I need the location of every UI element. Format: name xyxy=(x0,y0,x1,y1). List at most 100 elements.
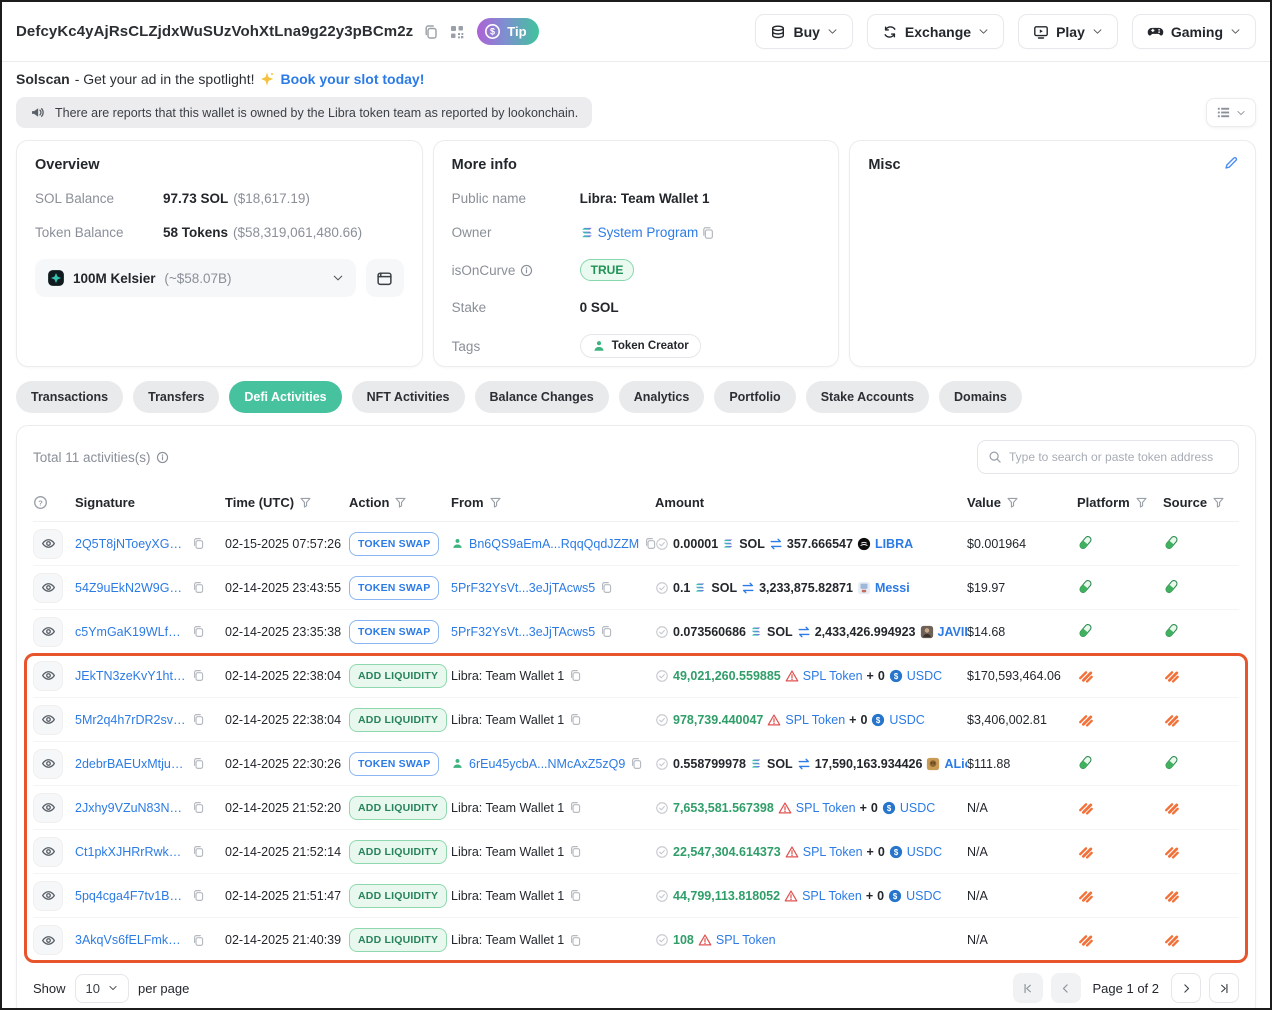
tab-stake-accounts[interactable]: Stake Accounts xyxy=(806,381,929,413)
search-input[interactable] xyxy=(1009,450,1228,464)
question-circle-icon[interactable]: ? xyxy=(33,495,48,510)
spl-token-link[interactable]: SPL Token xyxy=(796,801,856,815)
source-meteora-icon[interactable] xyxy=(1163,930,1180,950)
preview-button[interactable] xyxy=(33,837,63,867)
signature-link[interactable]: JEkTN3zeKvY1htpeS... xyxy=(75,669,187,683)
owner-link[interactable]: System Program xyxy=(598,225,699,240)
source-pump-icon[interactable] xyxy=(1163,622,1180,642)
source-meteora-icon[interactable] xyxy=(1163,842,1180,862)
signature-link[interactable]: 54Z9uEkN2W9GZC7... xyxy=(75,581,187,595)
token-holdings-dropdown[interactable]: 100M Kelsier (~$58.07B) xyxy=(35,259,356,297)
usdc-link[interactable]: USDC xyxy=(907,669,942,683)
source-meteora-icon[interactable] xyxy=(1163,710,1180,730)
usdc-link[interactable]: USDC xyxy=(907,845,942,859)
next-page-button[interactable] xyxy=(1171,973,1201,1003)
signature-link[interactable]: 5Mr2q4h7rDR2svCW... xyxy=(75,713,187,727)
platform-pump-icon[interactable] xyxy=(1077,534,1094,554)
spl-token-link[interactable]: SPL Token xyxy=(803,845,863,859)
tab-nft-activities[interactable]: NFT Activities xyxy=(352,381,465,413)
token-b-link[interactable]: ALion xyxy=(944,757,967,771)
signature-link[interactable]: 5pq4cga4F7tv1BU2z... xyxy=(75,889,187,903)
token-b-link[interactable]: LIBRA xyxy=(875,537,913,551)
platform-meteora-icon[interactable] xyxy=(1077,710,1094,730)
platform-pump-icon[interactable] xyxy=(1077,578,1094,598)
signature-link[interactable]: c5YmGaK19WLfTG1... xyxy=(75,625,187,639)
copy-icon[interactable] xyxy=(192,845,205,858)
filter-icon[interactable] xyxy=(1006,496,1019,509)
usdc-link[interactable]: USDC xyxy=(906,889,941,903)
gaming-button[interactable]: Gaming xyxy=(1132,14,1256,49)
buy-button[interactable]: Buy xyxy=(755,14,852,49)
copy-icon[interactable] xyxy=(600,625,613,638)
copy-icon[interactable] xyxy=(569,801,582,814)
spl-token-link[interactable]: SPL Token xyxy=(803,669,863,683)
tab-defi-activities[interactable]: Defi Activities xyxy=(229,381,341,413)
spl-token-link[interactable]: SPL Token xyxy=(716,933,776,947)
platform-pump-icon[interactable] xyxy=(1077,754,1094,774)
filter-icon[interactable] xyxy=(299,496,312,509)
platform-meteora-icon[interactable] xyxy=(1077,666,1094,686)
filter-icon[interactable] xyxy=(1135,496,1148,509)
last-page-button[interactable] xyxy=(1209,973,1239,1003)
spl-token-link[interactable]: SPL Token xyxy=(785,713,845,727)
preview-button[interactable] xyxy=(33,881,63,911)
preview-button[interactable] xyxy=(33,925,63,955)
source-pump-icon[interactable] xyxy=(1163,578,1180,598)
signature-link[interactable]: 2debrBAEUxMtjuEt5... xyxy=(75,757,187,771)
preview-button[interactable] xyxy=(33,573,63,603)
platform-meteora-icon[interactable] xyxy=(1077,930,1094,950)
copy-icon[interactable] xyxy=(192,757,205,770)
preview-button[interactable] xyxy=(33,705,63,735)
filter-icon[interactable] xyxy=(394,496,407,509)
from-link[interactable]: Bn6QS9aEmA...RqqQqdJZZM xyxy=(469,537,639,551)
source-meteora-icon[interactable] xyxy=(1163,886,1180,906)
tab-analytics[interactable]: Analytics xyxy=(619,381,705,413)
copy-icon[interactable] xyxy=(192,801,205,814)
preview-button[interactable] xyxy=(33,793,63,823)
platform-meteora-icon[interactable] xyxy=(1077,798,1094,818)
token-creator-tag[interactable]: Token Creator xyxy=(580,334,701,358)
copy-icon[interactable] xyxy=(192,934,205,947)
copy-icon[interactable] xyxy=(192,537,205,550)
source-meteora-icon[interactable] xyxy=(1163,798,1180,818)
first-page-button[interactable] xyxy=(1013,973,1043,1003)
filter-icon[interactable] xyxy=(489,496,502,509)
copy-icon[interactable] xyxy=(701,226,715,240)
tab-domains[interactable]: Domains xyxy=(939,381,1022,413)
platform-pump-icon[interactable] xyxy=(1077,622,1094,642)
portfolio-button[interactable] xyxy=(366,259,404,297)
exchange-button[interactable]: Exchange xyxy=(867,14,1004,49)
copy-icon[interactable] xyxy=(600,581,613,594)
copy-icon[interactable] xyxy=(569,934,582,947)
ad-cta-link[interactable]: Book your slot today! xyxy=(280,71,424,87)
source-meteora-icon[interactable] xyxy=(1163,666,1180,686)
copy-icon[interactable] xyxy=(192,889,205,902)
preview-button[interactable] xyxy=(33,749,63,779)
signature-link[interactable]: Ct1pkXJHRrRwkN9G... xyxy=(75,845,187,859)
copy-icon[interactable] xyxy=(569,669,582,682)
tab-balance-changes[interactable]: Balance Changes xyxy=(475,381,609,413)
play-button[interactable]: Play xyxy=(1018,14,1118,49)
source-pump-icon[interactable] xyxy=(1163,754,1180,774)
copy-icon[interactable] xyxy=(569,845,582,858)
token-b-link[interactable]: Messi xyxy=(875,581,910,595)
prev-page-button[interactable] xyxy=(1051,973,1081,1003)
copy-icon[interactable] xyxy=(630,757,643,770)
spl-token-link[interactable]: SPL Token xyxy=(802,889,862,903)
preview-button[interactable] xyxy=(33,617,63,647)
from-link[interactable]: 6rEu45ycbA...NMcAxZ5zQ9 xyxy=(469,757,625,771)
tab-portfolio[interactable]: Portfolio xyxy=(714,381,795,413)
page-size-select[interactable]: 10 xyxy=(75,974,129,1003)
preview-button[interactable] xyxy=(33,529,63,559)
source-pump-icon[interactable] xyxy=(1163,534,1180,554)
platform-meteora-icon[interactable] xyxy=(1077,886,1094,906)
tab-transactions[interactable]: Transactions xyxy=(16,381,123,413)
from-link[interactable]: 5PrF32YsVt...3eJjTAcws5 xyxy=(451,625,595,639)
copy-icon[interactable] xyxy=(192,669,205,682)
signature-link[interactable]: 3AkqVs6fELFmk8wp... xyxy=(75,933,187,947)
tip-button[interactable]: $ Tip xyxy=(477,18,538,45)
preview-button[interactable] xyxy=(33,661,63,691)
filter-icon[interactable] xyxy=(1212,496,1225,509)
copy-icon[interactable] xyxy=(192,713,205,726)
from-link[interactable]: 5PrF32YsVt...3eJjTAcws5 xyxy=(451,581,595,595)
